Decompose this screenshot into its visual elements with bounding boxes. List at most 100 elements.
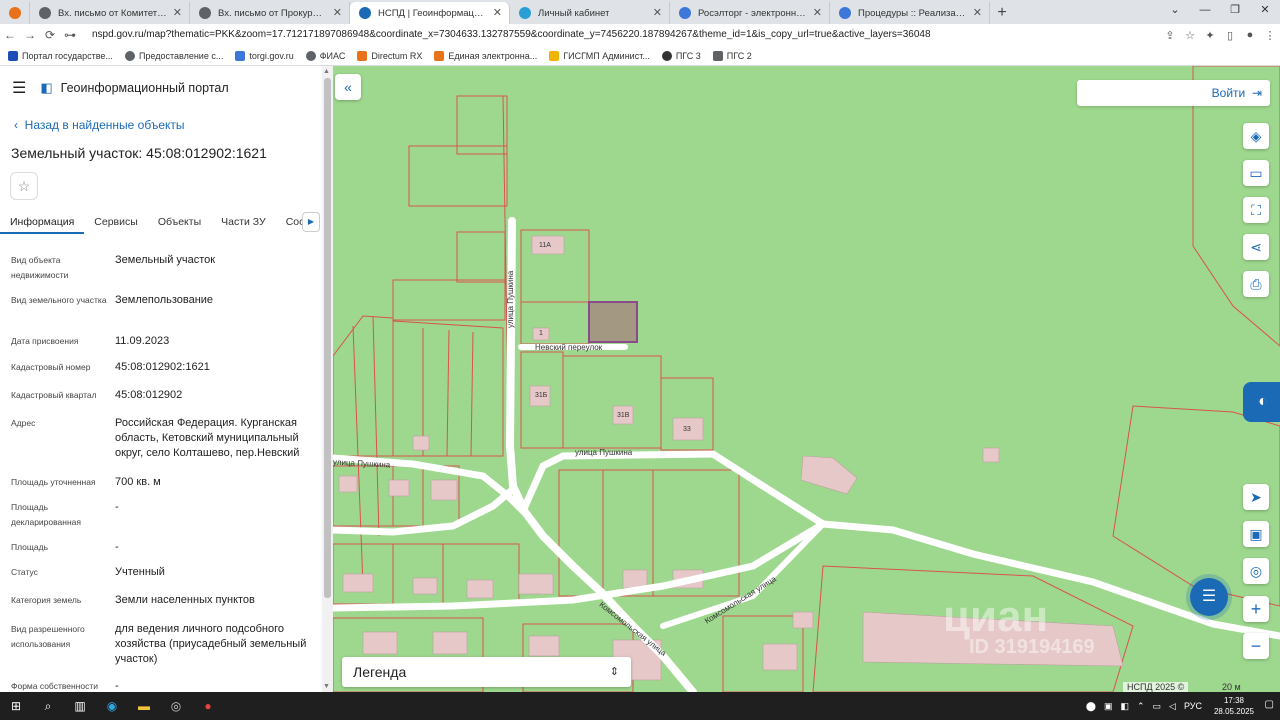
back-arrow-icon[interactable]: ← [0,28,20,42]
menu-icon[interactable]: ☰ [12,78,26,98]
chat-button[interactable]: ☰ [1190,578,1228,616]
forward-arrow-icon[interactable]: → [20,28,40,42]
site-info-icon[interactable]: ⊶ [60,28,80,42]
login-button[interactable]: Войти ⇥ [1077,80,1270,106]
tab-information[interactable]: Информация [0,210,85,234]
restore-icon[interactable]: ❐ [1220,0,1250,20]
zoom-out-button[interactable]: − [1243,633,1269,659]
browser-tab-active[interactable]: НСПД | Геоинформационный п ✕ [350,2,510,24]
bookmark-item[interactable]: Единая электронна... [434,50,538,61]
share-button[interactable]: ⋖ [1243,234,1269,260]
tab-label: Процедуры :: Реализация госим [858,7,967,19]
bookmark-item[interactable]: ПГС 2 [712,50,752,61]
bookmark-star-icon[interactable]: ☆ [1180,29,1200,42]
locate-button[interactable]: ➤ [1243,484,1269,510]
print-button[interactable]: ⎙ [1243,271,1269,297]
bookmark-label: Единая электронна... [448,50,538,61]
bookmark-item[interactable]: ГИСГМП Админист... [549,50,650,61]
close-icon[interactable]: ✕ [813,6,822,19]
street-label-pushkina: улица Пушкина [575,448,633,457]
measure-button[interactable]: ▭ [1243,160,1269,186]
select-area-button[interactable]: ⛶ [1243,197,1269,223]
layers-button[interactable]: ◈ [1243,123,1269,149]
tabs-scroll-right-button[interactable]: ▶ [302,212,320,232]
bookmark-item[interactable]: torgi.gov.ru [235,50,294,61]
close-icon[interactable]: ✕ [333,6,342,19]
bookmark-label: Предоставление с... [138,50,224,61]
minimap-button[interactable]: ▣ [1243,521,1269,547]
tab-parts[interactable]: Части ЗУ [211,210,276,234]
legend-selector[interactable]: Легенда ⇕ [342,657,631,687]
new-tab-button[interactable]: + [990,2,1014,24]
globe-icon [124,50,135,61]
minimize-icon[interactable]: — [1190,0,1220,20]
sidebar-icon[interactable]: ▯ [1220,29,1240,42]
portal-logo-icon: ◧ [40,80,53,95]
bookmark-item[interactable]: Портал государстве... [8,50,113,61]
scroll-down-icon[interactable]: ▼ [323,683,330,690]
tray-app-icon[interactable]: ⬤ [1086,701,1096,712]
edge-icon[interactable]: ◉ [96,699,128,713]
property-value: - [115,680,119,692]
directum-icon [434,50,445,61]
browser-tab[interactable]: Росэлторг - электронная торгов ✕ [670,2,830,24]
close-icon[interactable]: ✕ [173,6,182,19]
windows-start-icon[interactable]: ⊞ [0,699,32,713]
extensions-icon[interactable]: ✦ [1200,29,1220,42]
portal-title[interactable]: ◧ Геоинформационный портал [40,80,228,96]
search-icon[interactable]: ⌕ [32,699,64,714]
url-input[interactable]: nspd.gov.ru/map?thematic=PKK&zoom=17.712… [84,26,1160,44]
bookmark-item[interactable]: Directum RX [357,50,422,61]
browser-tab[interactable]: Процедуры :: Реализация госим ✕ [830,2,990,24]
tab-label: Личный кабинет [538,7,610,19]
browser-tab[interactable]: Вх. письмо от Прокуратура Кет ✕ [190,2,350,24]
task-view-icon[interactable]: ▥ [64,699,96,713]
assistant-button[interactable]: ◐ [1243,382,1280,422]
app-icon[interactable]: ◎ [160,699,192,713]
close-icon[interactable]: ✕ [973,6,982,19]
bookmark-item[interactable]: ФИАС [305,50,345,61]
tab-services[interactable]: Сервисы [84,210,148,234]
clock[interactable]: 17:38 28.05.2025 [1214,695,1254,717]
reload-icon[interactable]: ⟳ [40,28,60,42]
chrome-icon[interactable]: ● [192,699,224,713]
property-label: Адрес [11,418,36,428]
property-label: Вид земельного участка [11,295,107,305]
language-indicator[interactable]: РУС [1184,701,1202,711]
tab-objects[interactable]: Объекты [148,210,211,234]
close-window-icon[interactable]: ✕ [1250,0,1280,20]
close-icon[interactable]: ✕ [653,6,662,19]
file-explorer-icon[interactable]: ▬ [128,699,160,713]
browser-tab[interactable]: Личный кабинет ✕ [510,2,670,24]
geolocation-button[interactable]: ◎ [1243,558,1269,584]
bookmark-item[interactable]: Предоставление с... [124,50,224,61]
scroll-up-icon[interactable]: ▲ [323,68,330,75]
share-icon[interactable]: ⇪ [1160,29,1180,42]
close-icon[interactable]: ✕ [493,6,502,19]
favorite-star-button[interactable]: ☆ [10,172,38,200]
address-bar: ← → ⟳ ⊶ nspd.gov.ru/map?thematic=PKK&zoo… [0,24,1280,46]
notifications-icon[interactable]: ▢ [1265,699,1274,710]
scroll-thumb[interactable] [324,78,331,598]
property-value: Земли населенных пунктов [115,594,255,606]
cadastral-map[interactable]: 11А 1 31Б 31В 33 улица Пушкина Невский п… [333,66,1280,692]
parcel-number-label: 31Б [535,392,548,399]
emblem-icon [712,50,723,61]
browser-tab[interactable]: Вх. письмо от Комитет по упра ✕ [30,2,190,24]
chevron-up-icon[interactable]: ⌃ [1137,701,1145,712]
tray-app-icon[interactable]: ◧ [1120,701,1129,712]
collapse-panel-button[interactable]: « [335,74,361,100]
chevron-down-icon[interactable]: ⌄ [1160,0,1190,20]
clock-time: 17:38 [1223,696,1244,705]
volume-icon[interactable]: ◁ [1169,701,1176,712]
browser-tab-bar: Вх. письмо от Комитет по упра ✕ Вх. письм… [0,0,1280,24]
tab-search-button[interactable] [0,2,30,24]
panel-scrollbar[interactable]: ▲ ▼ [322,66,333,692]
profile-icon[interactable]: ● [1240,29,1260,41]
zoom-in-button[interactable]: + [1243,596,1269,622]
network-icon[interactable]: ▭ [1153,701,1162,712]
back-to-results-link[interactable]: ‹ Назад в найденные объекты [14,118,185,132]
menu-dots-icon[interactable]: ⋮ [1260,29,1280,42]
bookmark-item[interactable]: ПГС 3 [661,50,701,61]
tray-app-icon[interactable]: ▣ [1104,701,1113,712]
